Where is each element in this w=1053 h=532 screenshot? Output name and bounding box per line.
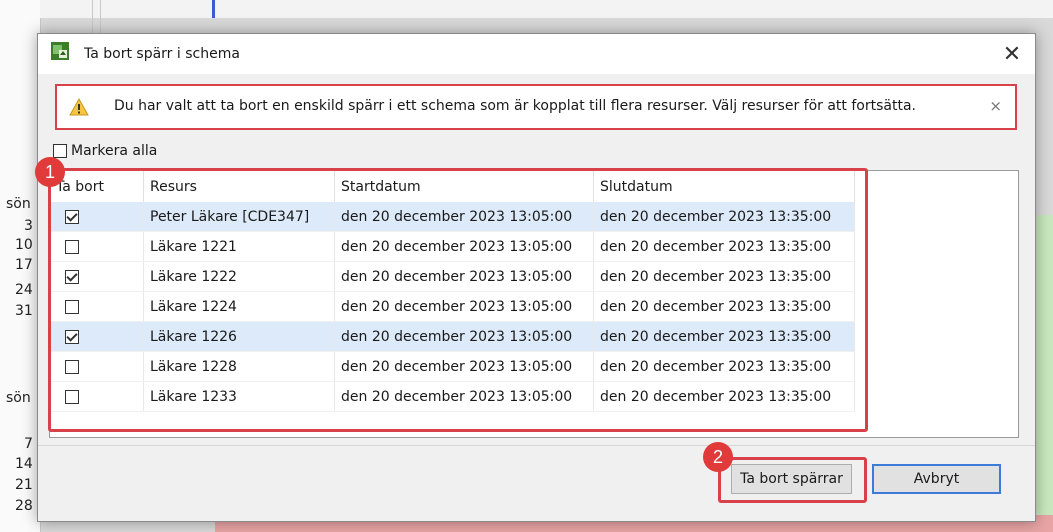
background-gridline [100,0,101,33]
row-checkbox-cell[interactable] [50,261,144,292]
row-checkbox-cell[interactable] [50,291,144,322]
table-row[interactable]: Läkare 1221 den 20 december 2023 13:05:0… [50,231,855,262]
calendar-weekday: sön [6,196,31,212]
cancel-button[interactable]: Avbryt [872,464,1001,494]
table-row[interactable]: Peter Läkare [CDE347] den 20 december 20… [50,202,855,232]
end-date-cell: den 20 december 2023 13:35:00 [593,381,855,412]
end-date-cell: den 20 december 2023 13:35:00 [593,351,855,382]
calendar-day: 31 [15,303,33,319]
row-checkbox-cell[interactable] [50,321,144,352]
table-row[interactable]: Läkare 1224 den 20 december 2023 13:05:0… [50,291,855,322]
calendar-day: 24 [15,282,33,298]
row-checkbox-cell[interactable] [50,231,144,262]
calendar-day: 10 [15,237,33,253]
start-date-cell: den 20 december 2023 13:05:00 [334,202,594,232]
background-toolbar [40,0,1053,18]
calendar-weekday: sön [6,390,31,406]
calendar-day: 17 [15,257,33,273]
column-header-resource[interactable]: Resurs [143,171,335,202]
calendar-day: 3 [24,218,33,234]
resource-cell: Läkare 1228 [143,351,335,382]
end-date-cell: den 20 december 2023 13:35:00 [593,291,855,322]
mark-all-label: Markera alla [71,143,158,159]
column-header-end-date[interactable]: Slutdatum [593,171,855,202]
row-checkbox-cell[interactable] [50,351,144,382]
warning-icon [69,98,89,116]
end-date-cell: den 20 december 2023 13:35:00 [593,231,855,262]
row-checkbox[interactable] [65,299,79,314]
resource-cell: Läkare 1233 [143,381,335,412]
start-date-cell: den 20 december 2023 13:05:00 [334,321,594,352]
row-checkbox-cell[interactable] [50,381,144,412]
row-checkbox[interactable] [65,239,79,254]
start-date-cell: den 20 december 2023 13:05:00 [334,231,594,262]
annotation-badge-2: 2 [703,442,733,472]
dialog-titlebar: Ta bort spärr i schema ✕ [38,34,1035,74]
row-checkbox[interactable] [65,389,79,404]
start-date-cell: den 20 december 2023 13:05:00 [334,351,594,382]
annotation-badge-1: 1 [35,157,65,187]
end-date-cell: den 20 december 2023 13:35:00 [593,202,855,232]
start-date-cell: den 20 december 2023 13:05:00 [334,381,594,412]
row-checkbox[interactable] [65,209,79,224]
start-date-cell: den 20 december 2023 13:05:00 [334,291,594,322]
warning-banner: Du har valt att ta bort en enskild spärr… [55,84,1017,130]
table-row[interactable]: Läkare 1228 den 20 december 2023 13:05:0… [50,351,855,382]
calendar-day: 7 [24,436,33,452]
resource-cell: Läkare 1224 [143,291,335,322]
row-checkbox-cell[interactable] [50,202,144,232]
row-checkbox[interactable] [65,269,79,284]
checkbox-icon[interactable] [53,144,67,158]
calendar-day: 28 [15,498,33,514]
table-row[interactable]: Läkare 1222 den 20 december 2023 13:05:0… [50,261,855,292]
background-current-time-line [212,0,215,18]
calendar-day: 14 [15,456,33,472]
resource-cell: Läkare 1222 [143,261,335,292]
resource-cell: Läkare 1221 [143,231,335,262]
background-gridline [92,0,93,33]
dialog-title: Ta bort spärr i schema [84,46,240,62]
remove-lock-dialog: Ta bort spärr i schema ✕ Du har valt att… [35,33,1036,522]
calendar-day: 21 [15,477,33,493]
start-date-cell: den 20 december 2023 13:05:00 [334,261,594,292]
column-header-start-date[interactable]: Startdatum [334,171,594,202]
mark-all-checkbox[interactable]: Markera alla [53,143,157,159]
resource-cell: Läkare 1226 [143,321,335,352]
end-date-cell: den 20 december 2023 13:35:00 [593,321,855,352]
background-booking-green [1033,215,1053,515]
delete-locks-button[interactable]: Ta bort spärrar [731,464,852,494]
resource-cell: Peter Läkare [CDE347] [143,202,335,232]
table-row[interactable]: Läkare 1226 den 20 december 2023 13:05:0… [50,321,855,352]
row-checkbox[interactable] [65,329,79,344]
warning-close-icon[interactable]: ⨯ [989,97,1002,115]
end-date-cell: den 20 december 2023 13:35:00 [593,261,855,292]
close-icon[interactable]: ✕ [989,34,1035,74]
row-checkbox[interactable] [65,359,79,374]
table-row[interactable]: Läkare 1233 den 20 december 2023 13:05:0… [50,381,855,412]
app-icon [51,42,69,60]
warning-text: Du har valt att ta bort en enskild spärr… [114,98,916,114]
table-header-row: Ta bort Resurs Startdatum Slutdatum [50,171,855,202]
resource-table: Ta bort Resurs Startdatum Slutdatum Pete… [49,170,1019,438]
